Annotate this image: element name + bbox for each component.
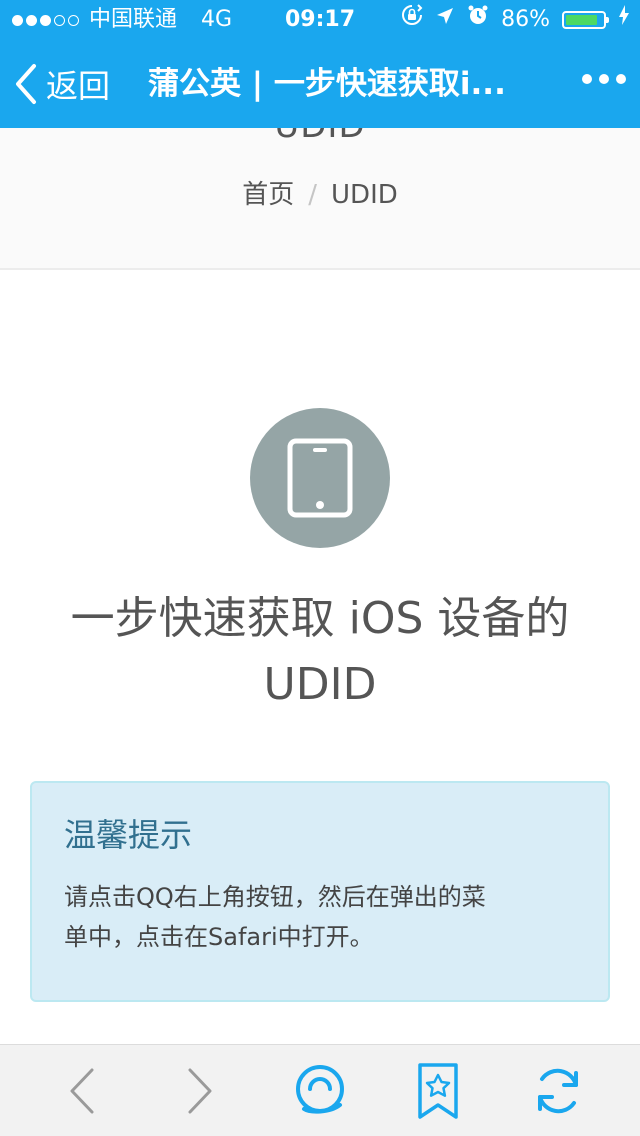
breadcrumb: 首页 / UDID	[0, 174, 640, 211]
heading-line-1: 一步快速获取 iOS 设备的	[70, 593, 570, 644]
header-heading: UDID	[0, 128, 640, 146]
qq-share-icon[interactable]	[288, 1059, 352, 1123]
navigation-bar: 返回 蒲公英 | 一步快速获取i...	[0, 40, 640, 128]
more-dots-icon	[582, 74, 592, 84]
notice-text-line-1: 请点击QQ右上角按钮，然后在弹出的菜	[64, 883, 486, 911]
status-bar: 中国联通 4G 09:17 86%	[0, 0, 640, 40]
notice-text-line-2: 单中，点击在Safari中打开。	[64, 923, 374, 951]
alarm-clock-icon	[467, 0, 489, 40]
tablet-icon	[250, 408, 390, 548]
status-right: 86%	[401, 0, 630, 40]
main-heading: 一步快速获取 iOS 设备的 UDID	[20, 586, 620, 718]
heading-line-2: UDID	[263, 659, 377, 710]
breadcrumb-separator: /	[308, 180, 318, 210]
back-label: 返回	[46, 67, 111, 105]
page-title: 蒲公英 | 一步快速获取i...	[148, 66, 506, 102]
refresh-icon[interactable]	[526, 1059, 590, 1123]
battery-level	[566, 15, 597, 25]
browser-toolbar	[0, 1044, 640, 1136]
back-arrow-icon[interactable]	[50, 1059, 114, 1123]
battery-icon	[562, 11, 609, 29]
charging-bolt-icon	[618, 0, 630, 40]
battery-percent: 86%	[501, 7, 550, 32]
phone-screen: 中国联通 4G 09:17 86% 返回 蒲公英 | 一步快速获取i... 首页…	[0, 0, 640, 1136]
chevron-left-icon	[16, 64, 36, 104]
notice-box: 温馨提示 请点击QQ右上角按钮，然后在弹出的菜 单中，点击在Safari中打开。	[30, 781, 610, 1002]
location-arrow-icon	[435, 0, 455, 40]
forward-arrow-icon[interactable]	[168, 1059, 232, 1123]
page-header: UDID 首页 / UDID	[0, 128, 640, 270]
breadcrumb-home-link[interactable]: 首页	[242, 180, 294, 210]
notice-title: 温馨提示	[64, 816, 193, 854]
web-content[interactable]: UDID 首页 / UDID 一步快速获取 iOS 设备的 UDID 温馨提示 请点…	[0, 128, 640, 1044]
top-bar: 中国联通 4G 09:17 86% 返回 蒲公英 | 一步快速获取i...	[0, 0, 640, 128]
bookmark-star-icon[interactable]	[406, 1059, 470, 1123]
breadcrumb-current: UDID	[331, 180, 398, 210]
notice-text: 请点击QQ右上角按钮，然后在弹出的菜 单中，点击在Safari中打开。	[64, 877, 576, 957]
back-button[interactable]: 返回	[14, 60, 110, 108]
more-options-button[interactable]	[582, 74, 626, 84]
rotation-lock-icon	[401, 0, 423, 40]
